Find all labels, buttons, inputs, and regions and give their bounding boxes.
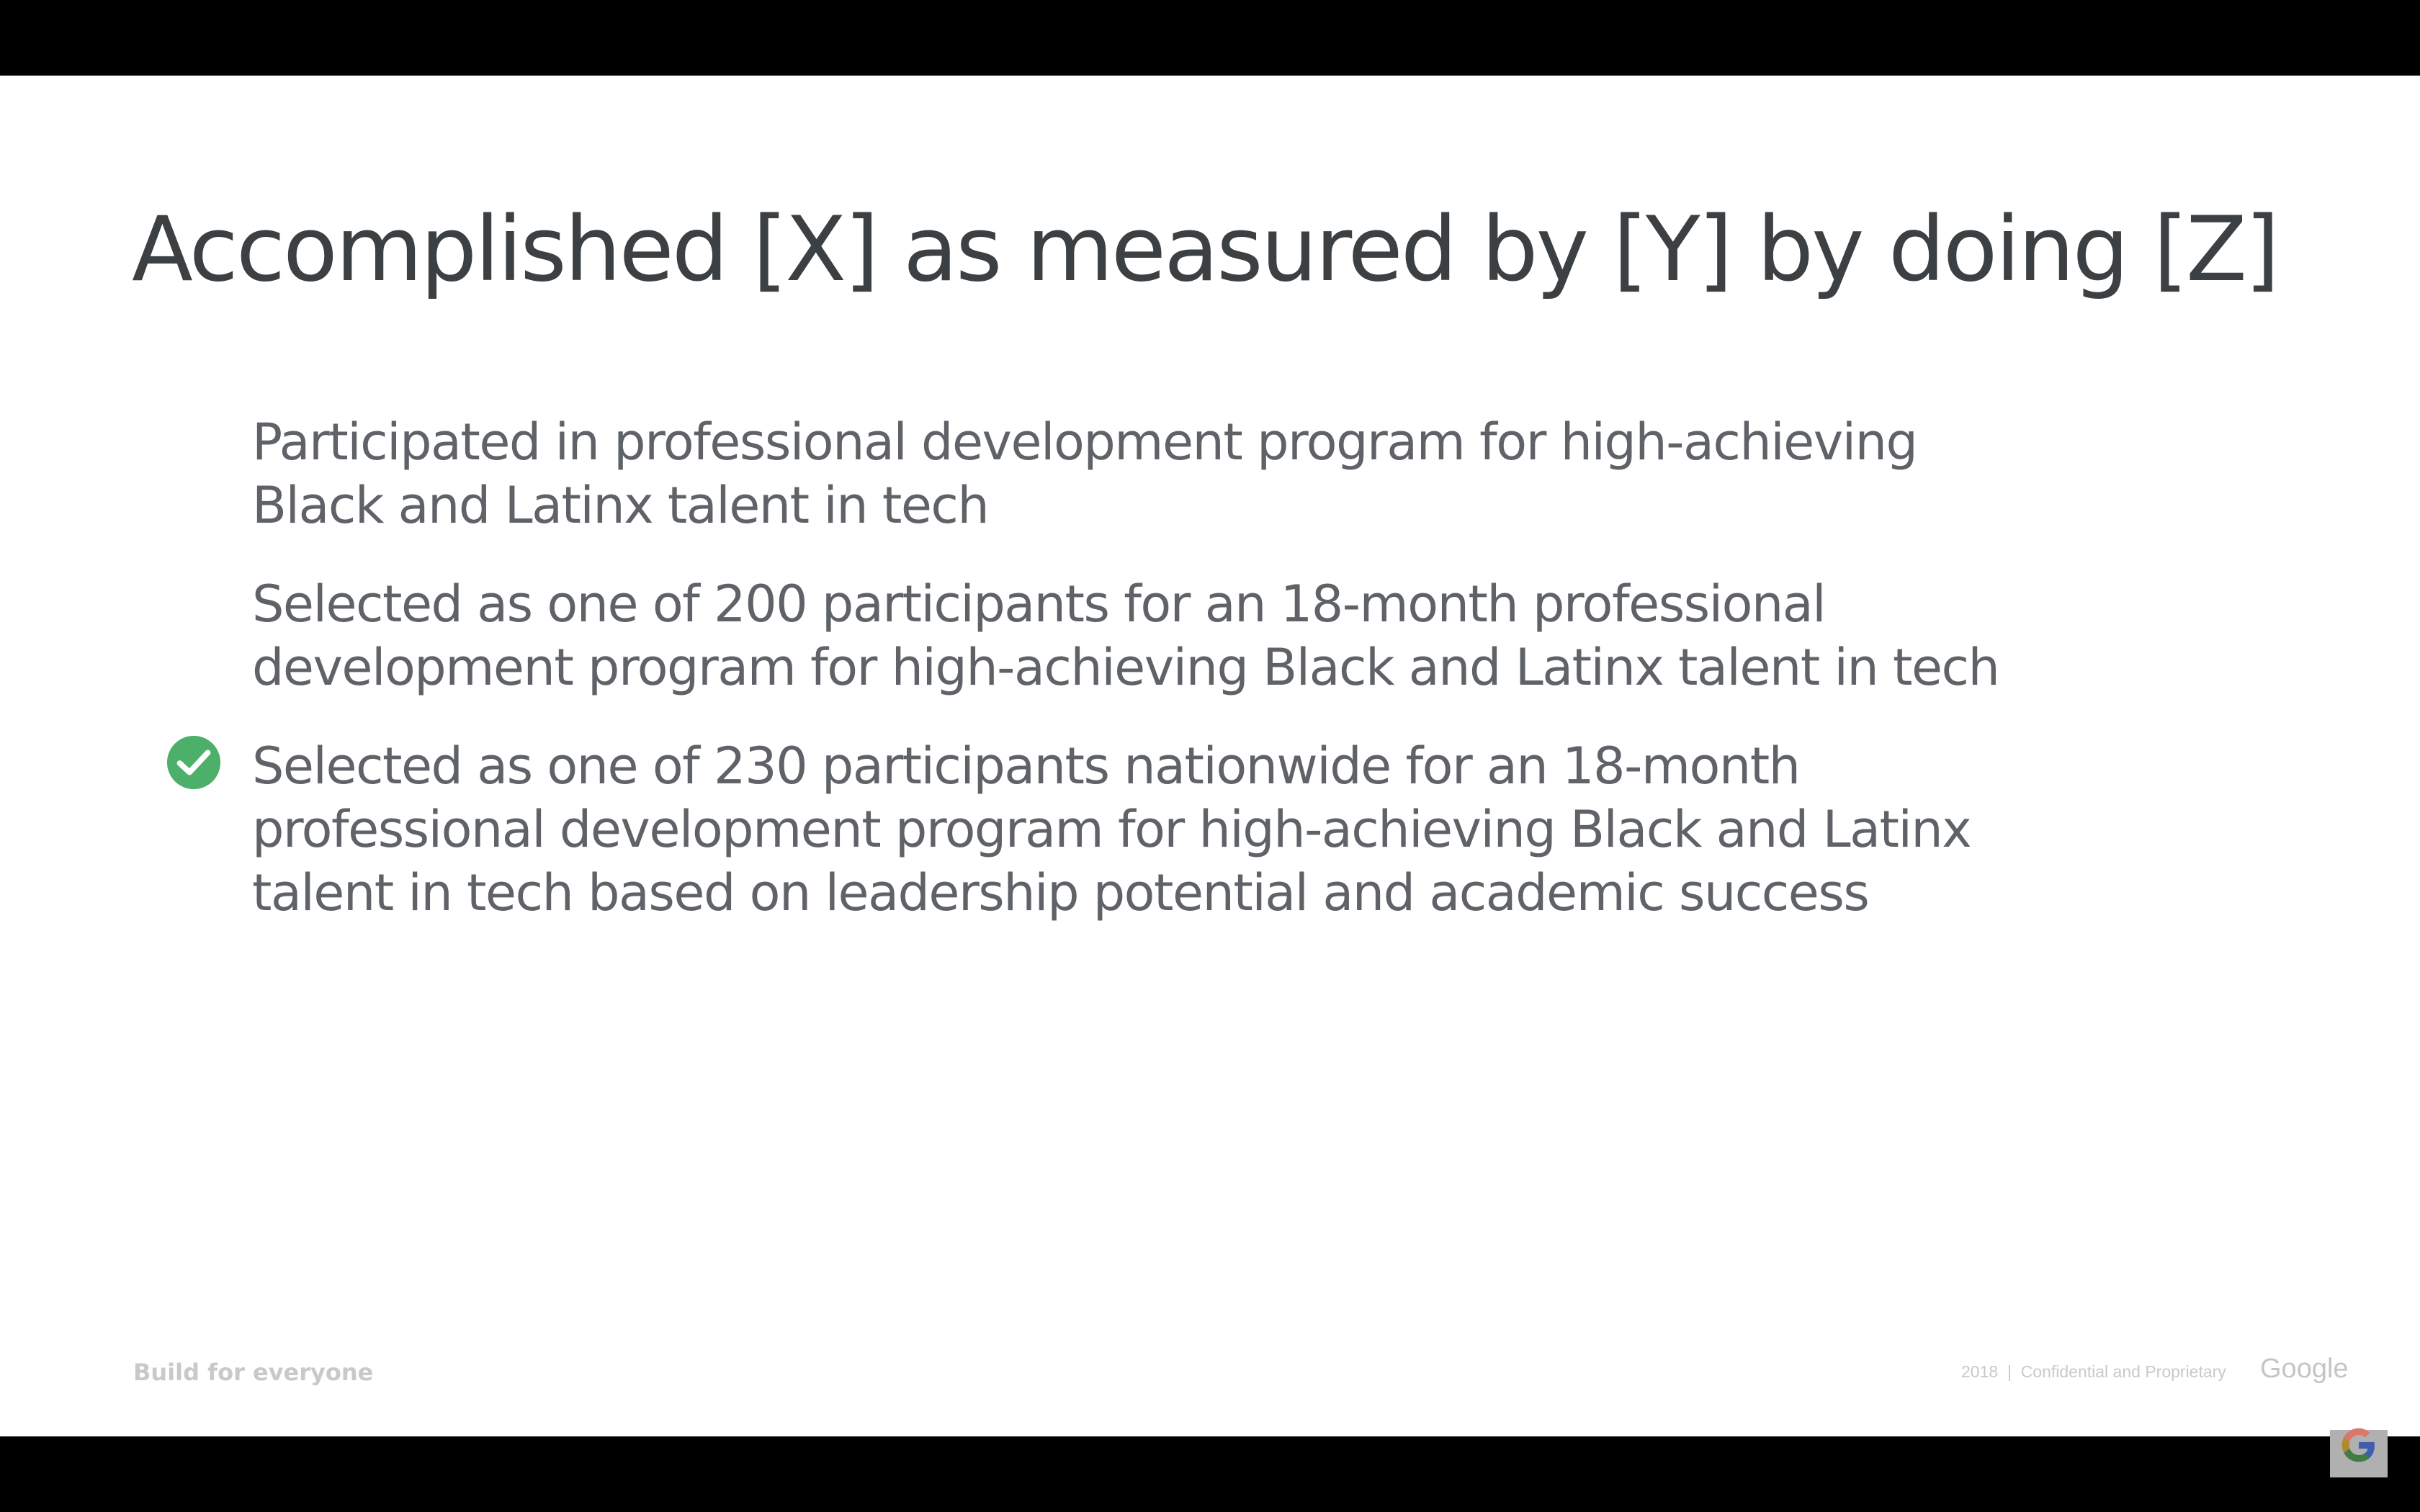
list-item-selected: Selected as one of 230 participants nati… [252,737,1972,922]
google-g-logo-icon [2330,1428,2388,1477]
slide: Accomplished [X] as measured by [Y] by d… [0,76,2420,1436]
check-circle-icon [166,735,221,790]
footer-tagline: Build for everyone [133,1359,374,1386]
list-item: Participated in professional development… [252,413,1918,535]
list-item: Selected as one of 200 participants for … [252,575,2000,697]
slide-title: Accomplished [X] as measured by [Y] by d… [132,198,2280,302]
google-logo: Google [2260,1354,2349,1384]
footer-legal: 2018 | Confidential and Proprietary [1961,1362,2226,1381]
